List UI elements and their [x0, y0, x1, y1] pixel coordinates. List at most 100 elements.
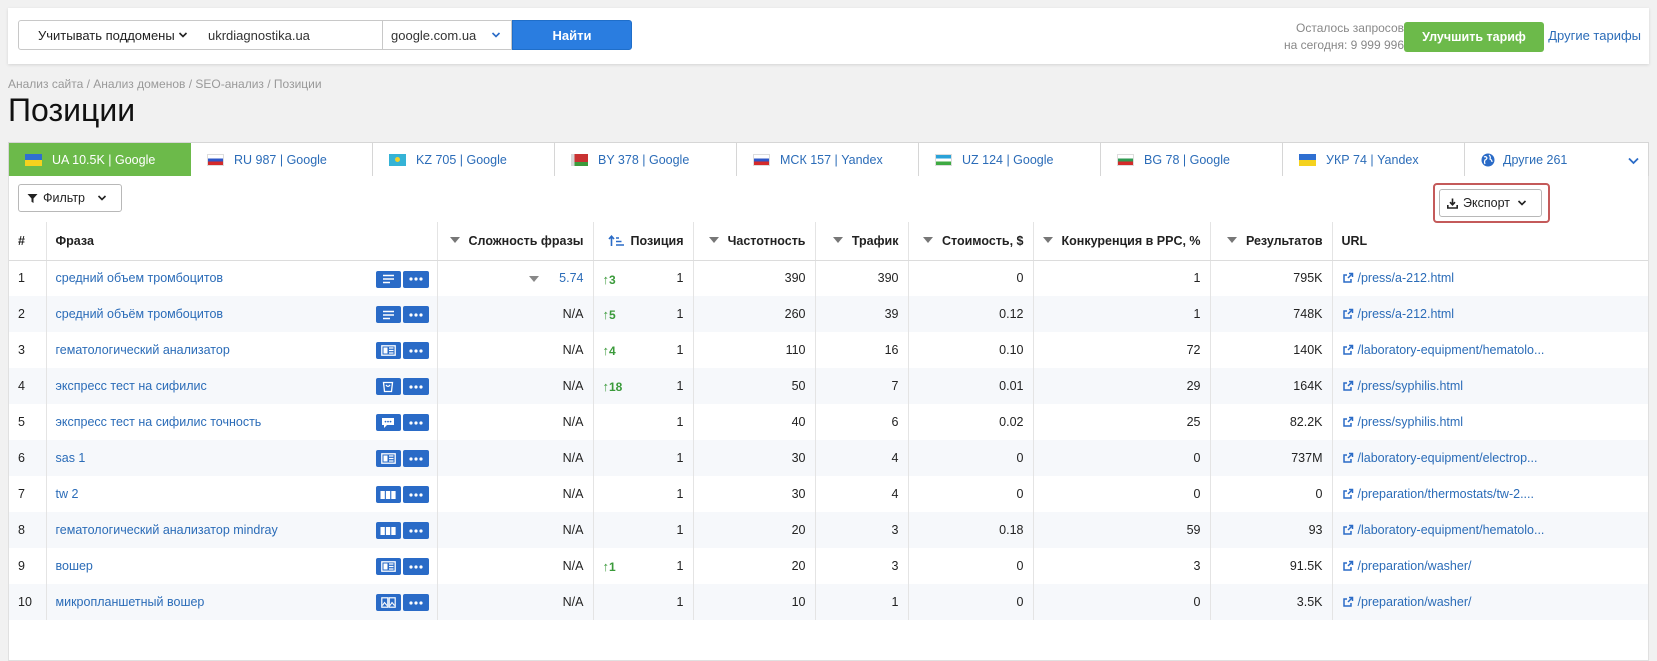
col-header-traffic[interactable]: Трафик: [815, 222, 909, 261]
db-tab-label: BY 378 | Google: [598, 152, 690, 167]
export-button[interactable]: Экспорт: [1439, 189, 1542, 217]
phrase-cell: микропланшетный вошер: [46, 584, 438, 620]
col-header-difficulty[interactable]: Сложность фразы: [437, 222, 594, 261]
image-grid-icon[interactable]: [375, 594, 401, 611]
chevron-down-icon: [97, 195, 107, 201]
flag-ru-icon: [207, 153, 224, 166]
text-lines-icon[interactable]: [375, 306, 401, 323]
difficulty-value: N/A: [562, 379, 584, 393]
url-link[interactable]: /laboratory-equipment/hematolo...: [1358, 523, 1545, 537]
row-number: 4: [9, 368, 47, 404]
serp-features: [375, 306, 429, 323]
more-options-icon[interactable]: [402, 450, 429, 467]
breadcrumb[interactable]: Анализ сайта / Анализ доменов / SEO-анал…: [8, 77, 322, 91]
search-engine-select[interactable]: google.com.ua: [382, 20, 512, 50]
more-options-icon[interactable]: [402, 306, 429, 323]
url-link[interactable]: /preparation/thermostats/tw-2....: [1358, 487, 1534, 501]
shopping-bag-icon[interactable]: [375, 378, 401, 395]
more-options-icon[interactable]: [402, 342, 429, 359]
more-options-icon[interactable]: [402, 378, 429, 395]
url-cell: /laboratory-equipment/hematolo...: [1332, 512, 1648, 548]
phrase-cell: экспресс тест на сифилис точность: [46, 404, 438, 440]
difficulty-cell: N/A: [437, 404, 594, 440]
export-highlight: Экспорт: [1433, 183, 1550, 223]
columns-icon[interactable]: [375, 522, 401, 539]
domain-input[interactable]: [197, 20, 383, 50]
more-options-icon[interactable]: [402, 486, 429, 503]
external-link-icon: [1342, 524, 1353, 535]
url-link[interactable]: /press/a-212.html: [1358, 271, 1455, 285]
expand-arrow-icon[interactable]: [529, 275, 540, 282]
url-link[interactable]: /press/a-212.html: [1358, 307, 1455, 321]
url-link[interactable]: /preparation/washer/: [1358, 595, 1472, 609]
chat-bubble-icon[interactable]: [375, 414, 401, 431]
db-tab-8[interactable]: Другие 261: [1465, 143, 1648, 176]
db-tab-3[interactable]: BY 378 | Google: [555, 143, 737, 176]
db-tab-7[interactable]: УКР 74 | Yandex: [1283, 143, 1465, 176]
phrase-cell: tw 2: [46, 476, 438, 512]
columns-icon[interactable]: [375, 486, 401, 503]
external-link-icon: [1342, 452, 1353, 463]
col-header-position[interactable]: Позиция: [593, 222, 694, 261]
knowledge-panel-icon[interactable]: [375, 450, 401, 467]
serp-features: [375, 594, 429, 611]
db-tab-2[interactable]: KZ 705 | Google: [373, 143, 555, 176]
knowledge-panel-icon[interactable]: [375, 558, 401, 575]
text-lines-icon[interactable]: [375, 270, 401, 288]
more-options-icon[interactable]: [402, 270, 429, 288]
cost-cell: 0.01: [908, 368, 1034, 404]
phrase-link[interactable]: средний объём тромбоцитов: [56, 307, 224, 321]
phrase-link[interactable]: экспресс тест на сифилис: [56, 379, 207, 393]
requests-remaining: Осталось запросов на сегодня: 9 999 996: [1284, 20, 1404, 54]
url-link[interactable]: /press/syphilis.html: [1358, 379, 1464, 393]
url-link[interactable]: /laboratory-equipment/electrop...: [1358, 451, 1538, 465]
url-link[interactable]: /press/syphilis.html: [1358, 415, 1464, 429]
filter-button[interactable]: Фильтр: [18, 184, 122, 212]
phrase-cell: sas 1: [46, 440, 438, 476]
more-options-icon[interactable]: [402, 414, 429, 431]
position-value: 1: [676, 271, 684, 286]
db-tab-6[interactable]: BG 78 | Google: [1101, 143, 1283, 176]
db-tab-4[interactable]: МСК 157 | Yandex: [737, 143, 919, 176]
external-link-icon: [1342, 273, 1353, 283]
phrase-link[interactable]: sas 1: [56, 451, 86, 465]
db-tab-0[interactable]: UA 10.5K | Google: [9, 143, 191, 176]
position-cell: 1: [593, 404, 694, 440]
url-link[interactable]: /laboratory-equipment/hematolo...: [1358, 343, 1545, 357]
position-change: ↑18: [602, 379, 623, 394]
db-tab-1[interactable]: RU 987 | Google: [191, 143, 373, 176]
sort-arrow-icon: [832, 237, 843, 244]
db-tab-label: RU 987 | Google: [234, 152, 327, 167]
col-header-results[interactable]: Результатов: [1210, 222, 1333, 261]
table-row: 1 средний объем тромбоцитов 5.74 ↑3 1 390 390 0…: [9, 260, 1648, 296]
more-options-icon[interactable]: [402, 522, 429, 539]
col-header-frequency[interactable]: Частотность: [693, 222, 816, 261]
phrase-link[interactable]: микропланшетный вошер: [56, 595, 205, 609]
more-options-icon[interactable]: [402, 558, 429, 575]
db-tab-5[interactable]: UZ 124 | Google: [919, 143, 1101, 176]
position-cell: ↑4 1: [593, 332, 694, 368]
flag-by-icon: [571, 153, 588, 166]
phrase-link[interactable]: средний объем тромбоцитов: [56, 271, 224, 285]
traffic-cell: 6: [815, 404, 909, 440]
results-cell: 0: [1210, 476, 1333, 512]
phrase-link[interactable]: вошер: [56, 559, 93, 573]
db-tab-label: МСК 157 | Yandex: [780, 152, 883, 167]
other-plans-link[interactable]: Другие тарифы: [1548, 28, 1641, 43]
phrase-link[interactable]: экспресс тест на сифилис точность: [56, 415, 262, 429]
subdomain-select[interactable]: Учитывать поддомены: [18, 20, 198, 50]
col-header-competition[interactable]: Конкуренция в PPC, %: [1033, 222, 1211, 261]
phrase-link[interactable]: гематологический анализатор mindray: [56, 523, 278, 537]
find-button[interactable]: Найти: [512, 20, 632, 50]
competition-cell: 0: [1033, 584, 1211, 620]
phrase-link[interactable]: гематологический анализатор: [56, 343, 230, 357]
upgrade-plan-button[interactable]: Улучшить тариф: [1404, 22, 1544, 52]
phrase-link[interactable]: tw 2: [56, 487, 79, 501]
more-options-icon[interactable]: [402, 594, 429, 611]
difficulty-value: N/A: [562, 451, 584, 465]
traffic-cell: 3: [815, 548, 909, 584]
url-link[interactable]: /preparation/washer/: [1358, 559, 1472, 573]
chevron-down-icon[interactable]: [1627, 154, 1640, 167]
col-header-cost[interactable]: Стоимость, $: [908, 222, 1034, 261]
knowledge-panel-icon[interactable]: [375, 342, 401, 359]
